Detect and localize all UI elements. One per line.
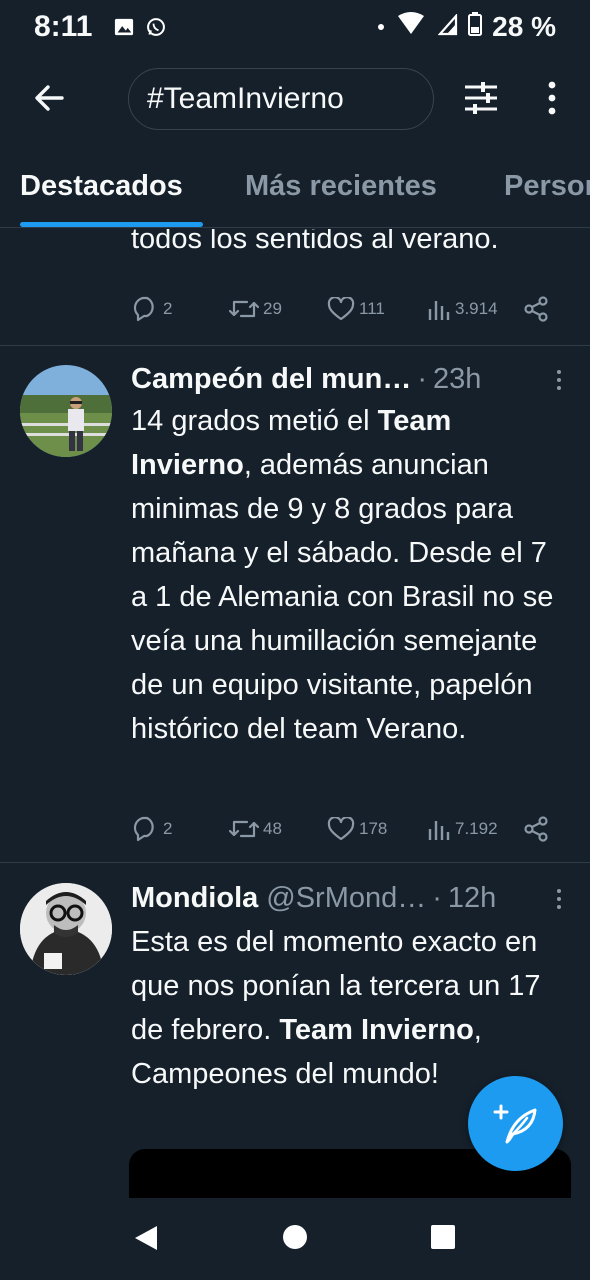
tab-bar: Destacados Más recientes Personas	[0, 160, 590, 228]
nav-back-icon[interactable]	[133, 1224, 159, 1257]
tweet-header: Mondiola @SrMond… · 12h	[131, 878, 571, 918]
views-button[interactable]: 3.914	[427, 292, 498, 326]
views-button[interactable]: 7.192	[427, 812, 498, 846]
author-handle[interactable]: @SrMond…	[266, 882, 426, 915]
notification-dot-icon	[378, 24, 385, 30]
tweet-text-segment: 14 grados metió el	[131, 405, 378, 437]
search-query: #TeamInvierno	[147, 82, 344, 115]
tweet-text: todos los sentidos al verano.	[131, 229, 499, 255]
avatar[interactable]	[20, 365, 112, 457]
signal-icon	[437, 11, 458, 43]
like-count: 178	[359, 819, 388, 838]
tweet-text: 14 grados metió el Team Invierno, además…	[131, 399, 571, 751]
reply-button[interactable]: 2	[131, 292, 172, 326]
tab-destacados[interactable]: Destacados	[20, 170, 183, 203]
reply-icon	[133, 816, 154, 842]
retweet-button[interactable]: 29	[229, 292, 282, 326]
nav-recents-icon[interactable]	[431, 1225, 455, 1249]
compose-button[interactable]	[468, 1076, 563, 1171]
tweet-actions: 2 48 178 7.192	[131, 812, 561, 846]
like-count: 111	[359, 299, 385, 318]
tweet-header: Campeón del mun… · 23h	[131, 359, 571, 399]
share-button[interactable]	[523, 292, 549, 326]
more-vertical-icon[interactable]	[540, 78, 564, 118]
reply-button[interactable]: 2	[131, 812, 172, 846]
hashtag-highlight[interactable]: Team Invierno	[279, 1014, 473, 1046]
tweet-text: Esta es del momento exacto en que nos po…	[131, 920, 571, 1096]
share-button[interactable]	[523, 812, 549, 846]
tweet-more-icon[interactable]	[554, 887, 564, 911]
tweet-divider	[0, 345, 590, 346]
retweet-icon	[229, 820, 259, 838]
tweet-time[interactable]: 12h	[448, 882, 496, 915]
reply-count: 2	[163, 819, 173, 838]
battery-level: 28 %	[492, 11, 556, 42]
retweet-icon	[229, 300, 259, 318]
share-icon	[524, 816, 548, 842]
like-icon	[327, 817, 355, 841]
views-count: 3.914	[455, 299, 498, 318]
wifi-icon	[394, 11, 428, 43]
search-input[interactable]: #TeamInvierno	[128, 68, 434, 130]
search-header: #TeamInvierno	[0, 66, 590, 130]
header-separator: ·	[432, 881, 442, 914]
compose-icon	[493, 1104, 536, 1143]
tweet-actions: 2 29 111 3.914	[131, 292, 561, 326]
nav-home-icon[interactable]	[283, 1225, 307, 1249]
share-icon	[524, 296, 548, 322]
author-name[interactable]: Campeón del mun…	[131, 363, 411, 396]
reply-count: 2	[163, 299, 173, 318]
battery-icon	[468, 11, 483, 43]
retweet-count: 48	[263, 819, 282, 838]
like-icon	[327, 297, 355, 321]
tab-personas[interactable]: Personas	[504, 170, 590, 203]
status-time: 8:11	[34, 10, 93, 43]
like-button[interactable]: 111	[327, 292, 385, 326]
filter-icon[interactable]	[462, 80, 500, 116]
tweet-time[interactable]: 23h	[433, 363, 481, 396]
status-bar: 8:11 28 %	[0, 0, 590, 54]
retweet-button[interactable]: 48	[229, 812, 282, 846]
author-name[interactable]: Mondiola	[131, 882, 258, 915]
retweet-count: 29	[263, 299, 282, 318]
tab-mas-recientes[interactable]: Más recientes	[245, 170, 437, 203]
header-separator: ·	[417, 362, 428, 395]
tweet-feed[interactable]: todos los sentidos al verano. 2 29 111 3…	[0, 229, 590, 1199]
gallery-icon	[114, 17, 134, 37]
tweet-divider	[0, 862, 590, 863]
reply-icon	[133, 296, 154, 322]
views-count: 7.192	[455, 819, 498, 838]
avatar[interactable]	[20, 883, 112, 975]
tweet-more-icon[interactable]	[554, 368, 564, 392]
views-icon	[428, 301, 450, 320]
back-arrow-icon[interactable]	[30, 78, 70, 118]
whatsapp-icon	[146, 17, 166, 37]
tweet-text-segment: , además anuncian minimas de 9 y 8 grado…	[131, 449, 554, 745]
like-button[interactable]: 178	[327, 812, 387, 846]
views-icon	[428, 821, 450, 840]
active-tab-indicator	[20, 222, 203, 227]
system-nav-bar	[0, 1198, 590, 1280]
